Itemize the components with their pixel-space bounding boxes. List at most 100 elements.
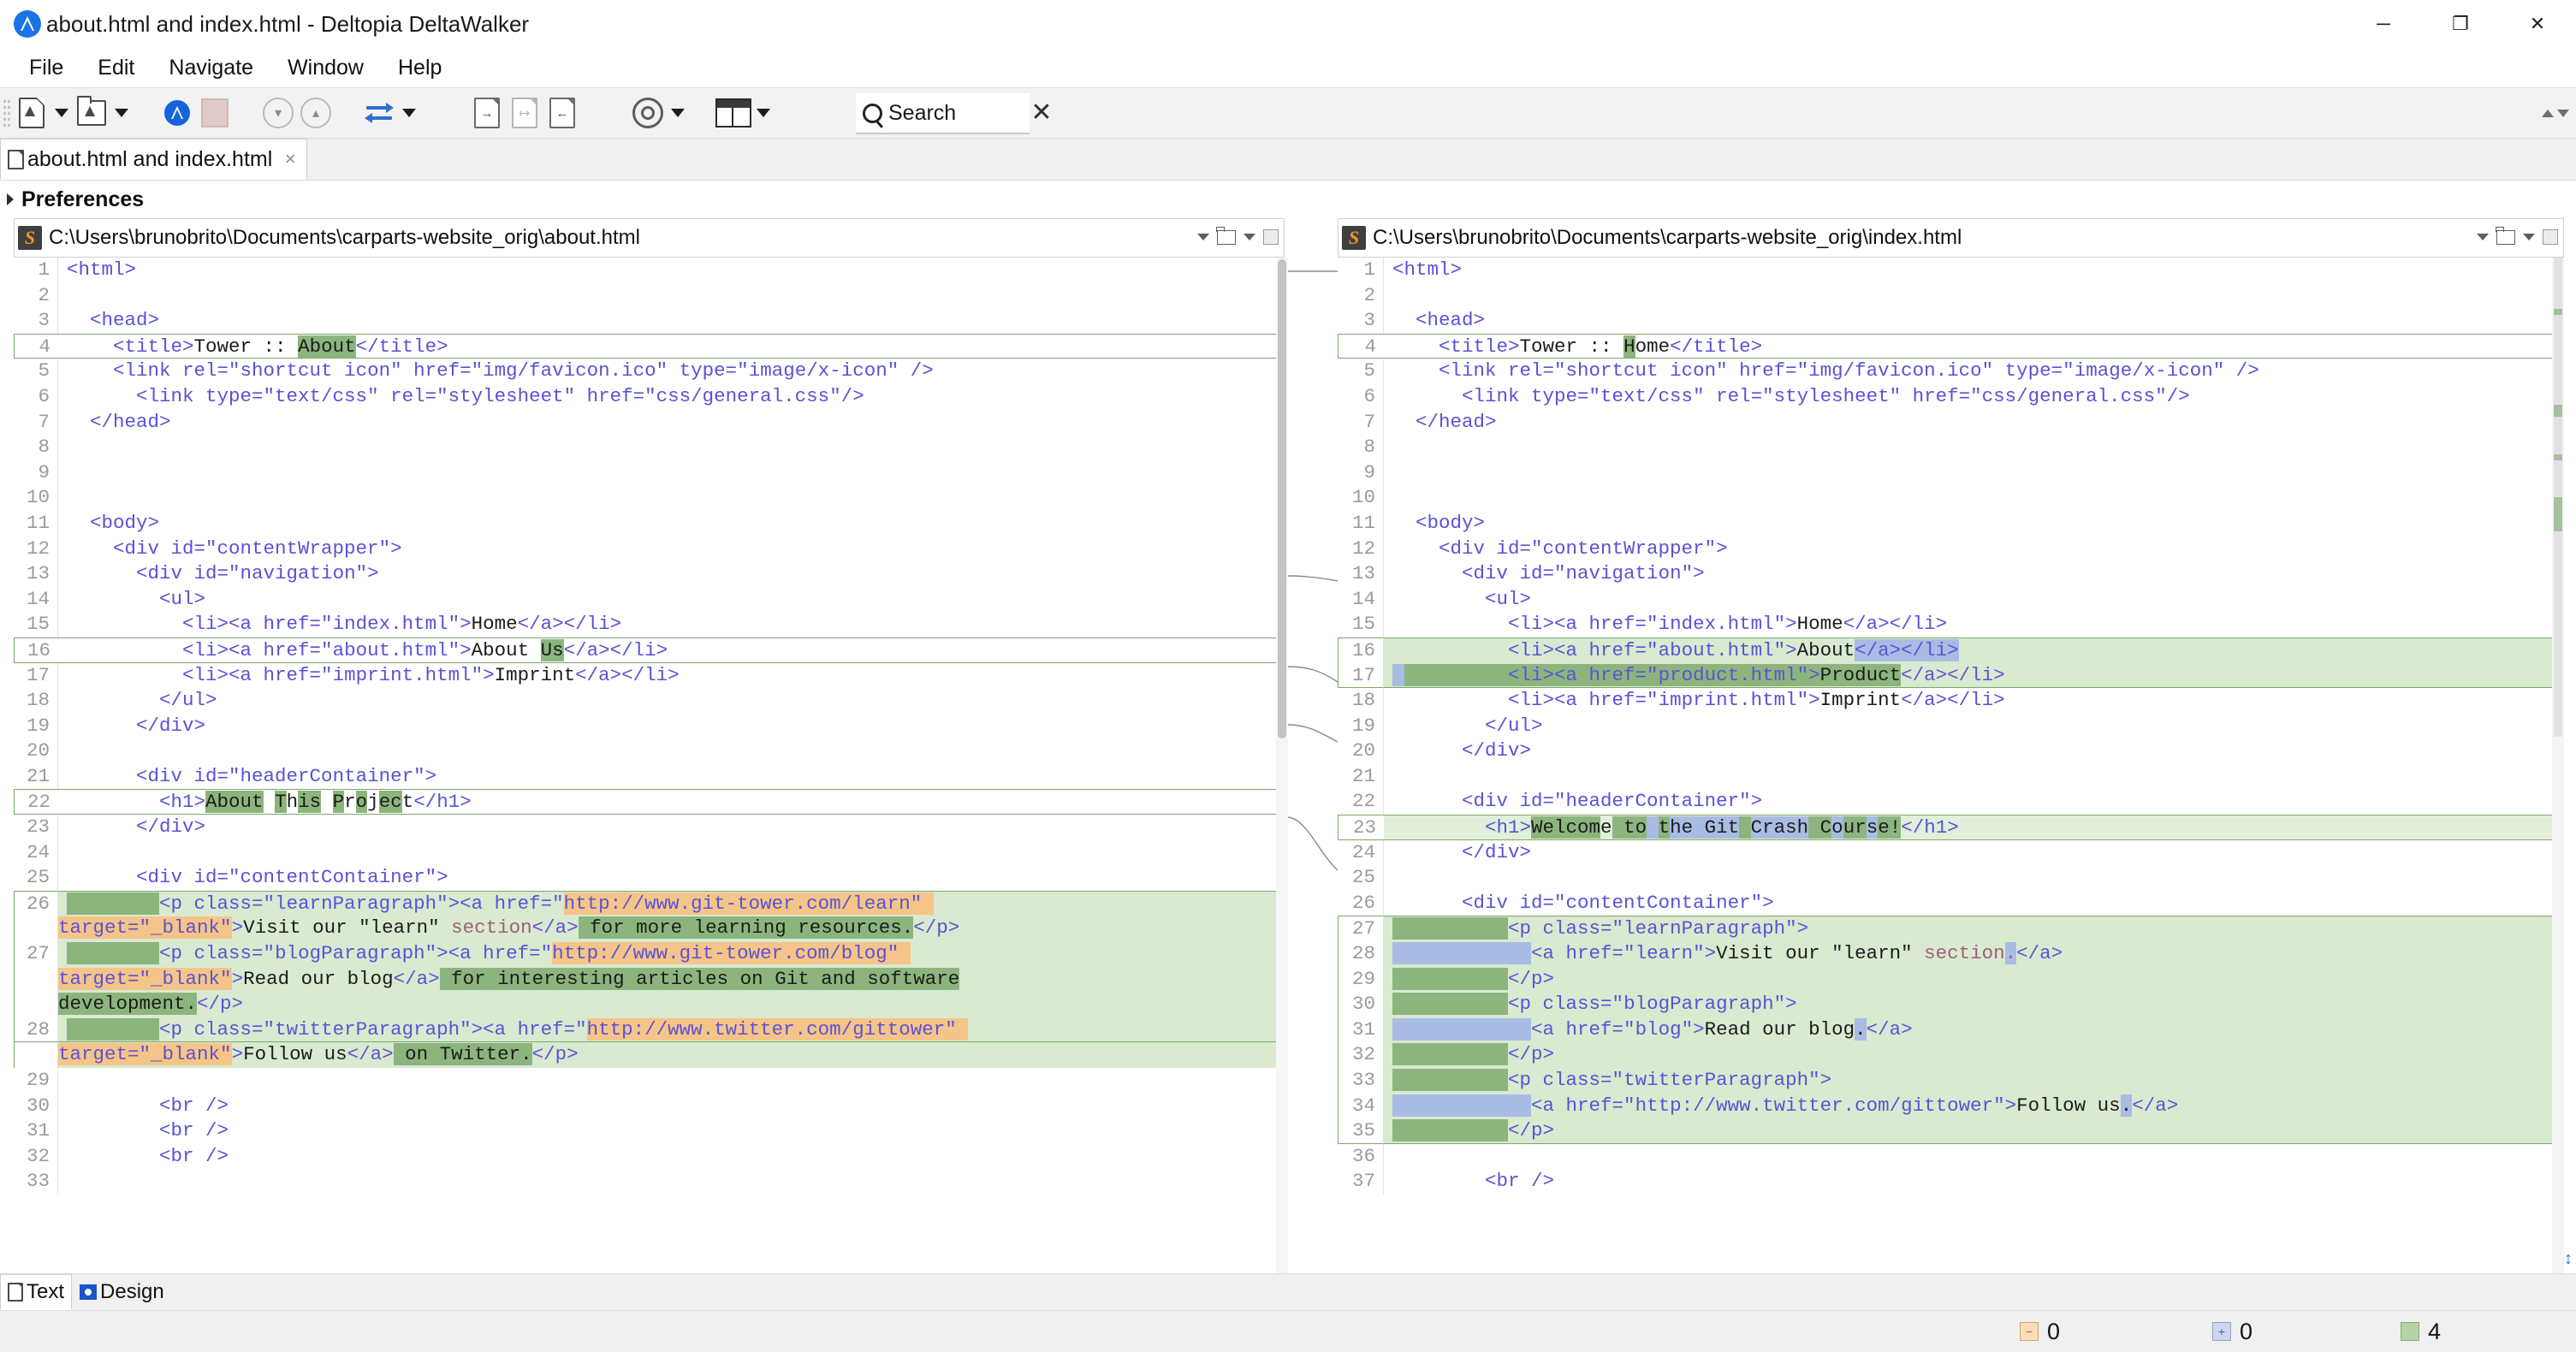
code-line[interactable]: 1<html> — [1338, 258, 2564, 283]
line-content[interactable] — [58, 485, 1288, 511]
line-content[interactable]: <title>Tower :: Home</title> — [1384, 334, 2564, 359]
swap-sides-icon[interactable] — [360, 93, 398, 133]
left-pane-maximize-icon[interactable] — [1263, 229, 1279, 245]
line-content[interactable]: <br /> — [58, 1118, 1288, 1144]
line-content[interactable]: </head> — [58, 410, 1288, 436]
line-content[interactable]: <p class="blogParagraph"><a href="http:/… — [58, 941, 1288, 967]
line-content[interactable]: <ul> — [1384, 587, 2564, 613]
right-overview-ruler[interactable] — [2552, 258, 2564, 1273]
editor-tab[interactable]: about.html and index.html × — [0, 139, 307, 180]
line-content[interactable]: <div id="contentWrapper"> — [1384, 537, 2564, 562]
code-line[interactable]: 2 — [14, 283, 1288, 309]
code-line[interactable]: 9 — [14, 460, 1288, 486]
line-content[interactable]: <a href="learn">Visit our "learn" sectio… — [1384, 941, 2564, 967]
left-vertical-scrollbar[interactable] — [1276, 258, 1288, 1273]
line-content[interactable]: <p class="blogParagraph"> — [1384, 992, 2564, 1017]
code-line[interactable]: 33 <p class="twitterParagraph"> — [1338, 1068, 2564, 1094]
line-content[interactable]: <p class="twitterParagraph"><a href="htt… — [58, 1017, 1288, 1043]
line-content[interactable]: <a href="blog">Read our blog.</a> — [1384, 1017, 2564, 1043]
open-folder-compare-icon[interactable] — [73, 93, 110, 133]
right-pane-folder-icon[interactable] — [2496, 230, 2515, 245]
code-line[interactable]: 18 <li><a href="imprint.html">Imprint</a… — [1338, 688, 2564, 714]
tab-text[interactable]: Text — [0, 1274, 72, 1310]
code-line[interactable]: 29 </p> — [1338, 967, 2564, 993]
line-content[interactable]: <br /> — [1384, 1169, 2564, 1195]
editor-tab-close-icon[interactable]: × — [281, 148, 300, 170]
line-content[interactable]: <link type="text/css" rel="stylesheet" h… — [58, 384, 1288, 410]
code-line[interactable]: 8 — [14, 435, 1288, 460]
code-line[interactable]: 33 — [14, 1169, 1288, 1195]
line-content[interactable]: <link rel="shortcut icon" href="img/favi… — [58, 359, 1288, 384]
line-content[interactable]: <body> — [58, 511, 1288, 537]
line-content[interactable]: <p class="twitterParagraph"> — [1384, 1068, 2564, 1094]
merge-icon[interactable]: ↦ — [506, 93, 543, 133]
line-content[interactable]: target="_blank">Follow us</a> on Twitter… — [58, 1042, 1288, 1068]
right-pane-folder-chevron-icon[interactable] — [2523, 234, 2535, 240]
code-line[interactable]: 16 <li><a href="about.html">About Us</a>… — [14, 637, 1288, 663]
code-line[interactable]: 14 <ul> — [14, 587, 1288, 613]
code-line-wrapped[interactable]: target="_blank">Read our blog</a> for in… — [14, 967, 1288, 993]
code-line[interactable]: 20 — [14, 738, 1288, 764]
line-content[interactable]: <div id="navigation"> — [58, 561, 1288, 587]
line-content[interactable]: <li><a href="about.html">About</a></li> — [1384, 637, 2564, 663]
line-content[interactable]: <a href="http://www.twitter.com/gittower… — [1384, 1094, 2564, 1119]
line-content[interactable]: </p> — [1384, 1118, 2564, 1144]
code-line[interactable]: 35 </p> — [1338, 1118, 2564, 1144]
line-content[interactable] — [1384, 865, 2564, 891]
new-file-compare-dropdown-icon[interactable] — [50, 93, 73, 133]
line-content[interactable]: <body> — [1384, 511, 2564, 537]
code-line[interactable]: 17 <li><a href="imprint.html">Imprint</a… — [14, 663, 1288, 689]
code-line[interactable]: 26 <div id="contentContainer"> — [1338, 891, 2564, 916]
code-line[interactable]: 27 <p class="blogParagraph"><a href="htt… — [14, 941, 1288, 967]
line-content[interactable]: </div> — [1384, 738, 2564, 764]
code-line[interactable]: 34 <a href="http://www.twitter.com/gitto… — [1338, 1094, 2564, 1119]
line-content[interactable] — [1384, 460, 2564, 486]
code-line[interactable]: 18 </ul> — [14, 688, 1288, 714]
line-content[interactable]: <div id="navigation"> — [1384, 561, 2564, 587]
code-line[interactable]: 32 </p> — [1338, 1042, 2564, 1068]
code-line[interactable]: 4 <title>Tower :: Home</title> — [1338, 334, 2564, 359]
swap-sides-dropdown-icon[interactable] — [398, 93, 420, 133]
code-line[interactable]: 14 <ul> — [1338, 587, 2564, 613]
code-line-wrapped[interactable]: target="_blank">Visit our "learn" sectio… — [14, 916, 1288, 941]
sync-scroll-icon[interactable]: ↕ — [2561, 1246, 2576, 1272]
line-content[interactable]: <li><a href="about.html">About Us</a></l… — [58, 637, 1288, 663]
code-line[interactable]: 29 — [14, 1068, 1288, 1094]
code-line[interactable]: 12 <div id="contentWrapper"> — [1338, 537, 2564, 562]
line-content[interactable]: <p class="learnParagraph"> — [1384, 916, 2564, 941]
layout-panes-icon[interactable] — [715, 93, 752, 133]
code-line[interactable]: 13 <div id="navigation"> — [1338, 561, 2564, 587]
line-content[interactable]: </ul> — [58, 688, 1288, 714]
code-line[interactable]: 37 <br /> — [1338, 1169, 2564, 1195]
line-content[interactable]: <li><a href="index.html">Home</a></li> — [1384, 612, 2564, 637]
line-content[interactable]: development.</p> — [58, 992, 1288, 1017]
line-content[interactable] — [58, 1068, 1288, 1094]
code-line[interactable]: 31 <a href="blog">Read our blog.</a> — [1338, 1017, 2564, 1043]
code-line[interactable]: 19 </ul> — [1338, 714, 2564, 739]
code-line[interactable]: 6 <link type="text/css" rel="stylesheet"… — [14, 384, 1288, 410]
code-line[interactable]: 11 <body> — [14, 511, 1288, 537]
code-line[interactable]: 2 — [1338, 283, 2564, 309]
line-content[interactable] — [58, 460, 1288, 486]
line-content[interactable]: </head> — [1384, 410, 2564, 436]
left-file-path[interactable]: C:\Users\brunobrito\Documents\carparts-w… — [49, 226, 640, 250]
tab-design[interactable]: Design — [72, 1274, 172, 1310]
line-content[interactable]: <head> — [1384, 308, 2564, 334]
line-content[interactable]: </ul> — [1384, 714, 2564, 739]
menu-help[interactable]: Help — [381, 49, 459, 87]
toolbar-scroll-up-icon[interactable] — [2542, 110, 2554, 117]
filter-icon[interactable] — [196, 93, 234, 133]
code-line[interactable]: 24 — [14, 840, 1288, 866]
line-content[interactable]: <html> — [58, 258, 1288, 283]
code-line[interactable]: 1<html> — [14, 258, 1288, 283]
line-content[interactable] — [1384, 764, 2564, 790]
menu-file[interactable]: File — [12, 49, 80, 87]
line-content[interactable]: <li><a href="product.html">Product</a></… — [1384, 663, 2564, 689]
code-line-wrapped[interactable]: target="_blank">Follow us</a> on Twitter… — [14, 1042, 1288, 1068]
code-line[interactable]: 22 <h1>About This Project</h1> — [14, 789, 1288, 815]
left-code-view[interactable]: 1<html>23 <head>4 <title>Tower :: About<… — [14, 258, 1288, 1273]
line-content[interactable]: <li><a href="imprint.html">Imprint</a></… — [58, 663, 1288, 689]
code-line[interactable]: 21 <div id="headerContainer"> — [14, 764, 1288, 790]
code-line[interactable]: 30 <p class="blogParagraph"> — [1338, 992, 2564, 1017]
right-file-path[interactable]: C:\Users\brunobrito\Documents\carparts-w… — [1373, 226, 1962, 250]
